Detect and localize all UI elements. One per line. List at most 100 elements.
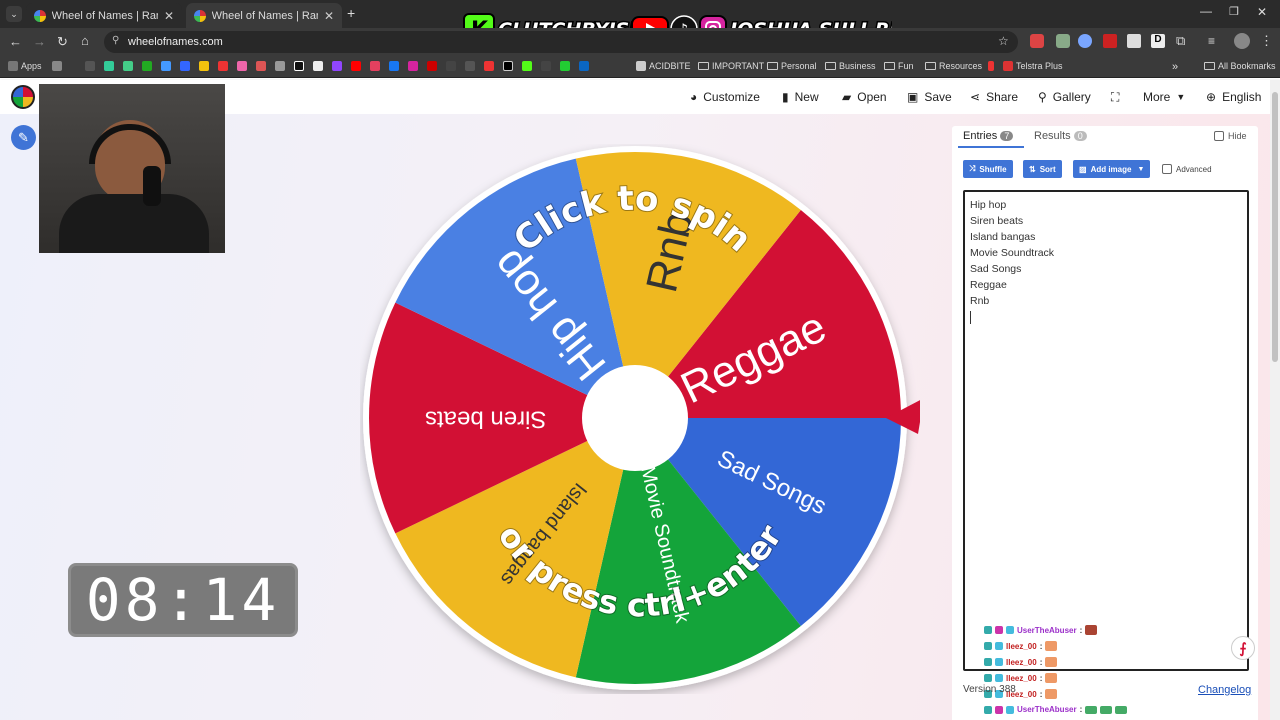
bookmark-favicon-icon[interactable]	[161, 61, 171, 71]
forward-icon[interactable]: →	[33, 34, 46, 49]
extension-icon[interactable]	[1127, 34, 1141, 48]
chat-message: lleez_00:	[984, 641, 1058, 651]
media-icon[interactable]: ≡	[1208, 34, 1215, 48]
bookmark-favicon-icon[interactable]	[218, 61, 228, 71]
chat-badge-icon	[1006, 705, 1014, 714]
bookmark-favicon-icon[interactable]	[256, 61, 266, 71]
new-tab-icon[interactable]: +	[347, 5, 355, 21]
close-tab-icon[interactable]: ✕	[324, 9, 334, 23]
close-tab-icon[interactable]: ✕	[164, 9, 174, 23]
facebook-icon[interactable]	[389, 61, 399, 71]
hide-toggle[interactable]: Hide	[1214, 131, 1247, 141]
wheel-center-hub[interactable]	[582, 365, 688, 471]
language-button[interactable]: ⊕ English	[1206, 90, 1261, 104]
tab-results[interactable]: Results 0	[1034, 130, 1087, 142]
telstra-icon	[1003, 61, 1013, 71]
entry-line: Movie Soundtrack	[970, 247, 1055, 259]
linkedin-icon[interactable]	[579, 61, 589, 71]
results-count-badge: 0	[1073, 131, 1087, 141]
fullscreen-button[interactable]: ⛶	[1111, 90, 1119, 105]
restore-icon[interactable]: ❐	[1229, 5, 1239, 18]
slides-icon[interactable]	[199, 61, 209, 71]
back-icon[interactable]: ←	[9, 34, 22, 49]
sort-button[interactable]: ⇅ Sort	[1023, 160, 1062, 178]
customize-button[interactable]: ◕ Customize	[690, 90, 760, 104]
advanced-toggle[interactable]: Advanced	[1162, 164, 1212, 174]
menu-kebab-icon[interactable]: ⋮	[1260, 33, 1273, 49]
share-button[interactable]: ⋖ Share	[970, 90, 1018, 104]
bookmark-personal[interactable]: Personal	[767, 61, 817, 71]
bookmark-resources[interactable]: Resources	[925, 61, 982, 71]
bookmark-acidbite[interactable]: ACIDBITE	[636, 61, 691, 71]
sheets-icon[interactable]	[142, 61, 152, 71]
bookmark-icon-row	[52, 61, 589, 71]
advanced-checkbox[interactable]	[1162, 164, 1172, 174]
bookmark-favicon-icon[interactable]	[560, 61, 570, 71]
youtube-icon[interactable]	[351, 61, 361, 71]
bookmark-favicon-icon[interactable]	[104, 61, 114, 71]
gallery-button[interactable]: ⚲ Gallery	[1038, 90, 1091, 104]
all-bookmarks[interactable]: All Bookmarks	[1204, 61, 1276, 71]
tab-search-chevron-icon[interactable]: ⌄	[6, 6, 22, 22]
bookmarks-overflow-icon[interactable]: »	[1172, 61, 1178, 73]
browser-tab-active[interactable]: Wheel of Names | Random nam ✕	[186, 3, 342, 28]
pdf-extension-icon[interactable]	[1103, 34, 1117, 48]
save-button[interactable]: ▣ Save	[907, 90, 952, 104]
site-info-icon[interactable]: ⚲	[112, 35, 119, 46]
spinning-wheel[interactable]: ReggaeSad SongsMovie SoundtrackIsland ba…	[360, 144, 920, 694]
bookmarks-bar: Apps ACIDBITE IMPORTANT Personal Busines…	[0, 56, 1280, 78]
bookmark-favicon-icon[interactable]	[123, 61, 133, 71]
hq-icon[interactable]	[465, 61, 475, 71]
close-window-icon[interactable]: ✕	[1257, 5, 1267, 19]
tiktok-icon[interactable]	[294, 61, 304, 71]
twitch-icon[interactable]	[332, 61, 342, 71]
extension-icon[interactable]	[1030, 34, 1044, 48]
bookmark-favicon-icon[interactable]	[275, 61, 285, 71]
bookmark-apps[interactable]: Apps	[8, 61, 42, 71]
reload-icon[interactable]: ↻	[57, 34, 68, 50]
kick-icon[interactable]	[522, 61, 532, 71]
minimize-icon[interactable]: —	[1200, 4, 1212, 18]
profile-avatar[interactable]	[1234, 33, 1250, 49]
bookmark-favicon-icon[interactable]	[427, 61, 437, 71]
extensions-puzzle-icon[interactable]: ⧉	[1176, 33, 1185, 49]
bookmark-favicon-icon[interactable]	[237, 61, 247, 71]
home-icon[interactable]: ⌂	[81, 33, 89, 48]
bookmark-important[interactable]: IMPORTANT	[698, 61, 764, 71]
bookmark-fun[interactable]: Fun	[884, 61, 914, 71]
bookmark-favicon-icon[interactable]	[484, 61, 494, 71]
address-bar[interactable]: ⚲ wheelofnames.com ☆	[104, 31, 1018, 53]
more-button[interactable]: More ▼	[1143, 90, 1185, 104]
hide-checkbox[interactable]	[1214, 131, 1224, 141]
page-scrollbar-thumb[interactable]	[1272, 92, 1278, 362]
shuffle-button[interactable]: ⤨ Shuffle	[963, 160, 1013, 178]
drive-icon[interactable]	[85, 61, 95, 71]
edit-pencil-icon[interactable]: ✎	[11, 125, 36, 150]
wheel-logo-icon[interactable]	[11, 85, 35, 109]
new-button[interactable]: ▮ New	[782, 90, 819, 104]
instagram-icon[interactable]	[408, 61, 418, 71]
extension-icon[interactable]	[1056, 34, 1070, 48]
bookmark-favicon-icon[interactable]	[313, 61, 323, 71]
emote-icon	[1100, 705, 1113, 714]
tab-entries[interactable]: Entries 7	[963, 130, 1014, 142]
browser-tab[interactable]: Wheel of Names | Random nam ✕	[26, 3, 182, 28]
grid-icon[interactable]	[52, 61, 62, 71]
bookmark-business[interactable]: Business	[825, 61, 876, 71]
extension-d-icon[interactable]: D	[1151, 34, 1165, 48]
open-button[interactable]: ▰ Open	[842, 90, 887, 104]
changelog-link[interactable]: Changelog	[1198, 684, 1251, 696]
bookmark-favicon-icon[interactable]	[541, 61, 551, 71]
share-icon: ⋖	[970, 90, 981, 104]
extension-icon[interactable]	[1078, 34, 1092, 48]
add-image-button[interactable]: ▨ Add image ▼	[1073, 160, 1151, 178]
bookmark-star-icon[interactable]: ☆	[998, 34, 1009, 48]
bookmark-telstra[interactable]: Telstra Plus	[988, 61, 1063, 71]
new-file-icon: ▮	[782, 90, 789, 104]
docs-icon[interactable]	[180, 61, 190, 71]
x-icon[interactable]	[503, 61, 513, 71]
url-text: wheelofnames.com	[128, 36, 223, 48]
pdf-floating-icon[interactable]: ⨍	[1231, 636, 1255, 660]
bookmark-favicon-icon[interactable]	[446, 61, 456, 71]
bookmark-favicon-icon[interactable]	[370, 61, 380, 71]
